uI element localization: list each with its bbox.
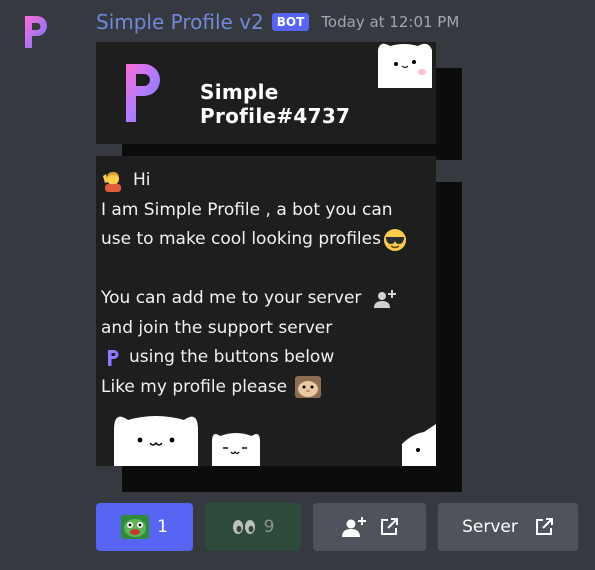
wave-emoji-icon: [101, 170, 123, 192]
bot-badge: BOT: [271, 13, 310, 31]
simple-profile-logo-icon: [25, 16, 47, 48]
simple-profile-logo-icon: [126, 64, 160, 122]
external-link-icon: [379, 517, 399, 537]
hamster-emoji-icon: [295, 376, 322, 399]
add-user-icon: [341, 516, 367, 538]
cat-icon: [212, 433, 260, 466]
eyes-count: 9: [263, 517, 275, 537]
body-line: using the buttons below: [129, 347, 335, 367]
body-line-with-emoji: Like my profile please: [101, 373, 431, 403]
cat-icon: [402, 424, 436, 466]
body-line-with-icon: You can add me to your server: [101, 284, 431, 314]
simple-profile-logo-icon: [107, 349, 121, 367]
sunglasses-emoji-icon: [383, 228, 407, 252]
body-line-with-emoji: use to make cool looking profiles: [101, 225, 431, 255]
eyes-button[interactable]: 9: [205, 503, 301, 551]
bot-avatar[interactable]: [16, 12, 56, 52]
cat-icon: [378, 43, 432, 88]
body-line: Like my profile please: [101, 376, 288, 397]
add-user-icon: [373, 289, 397, 309]
body-line: use to make cool looking profiles: [101, 229, 381, 249]
external-link-icon: [534, 517, 554, 537]
invite-bot-button[interactable]: [313, 503, 426, 551]
eyes-emoji-icon: [232, 518, 256, 536]
like-count: 1: [157, 517, 168, 537]
body-line-with-icon: using the buttons below: [101, 343, 431, 373]
title-card: Simple Profile#4737: [96, 42, 436, 144]
body-line: You can add me to your server: [101, 288, 362, 308]
body-line: I am Simple Profile , a bot you can: [101, 199, 393, 220]
message-header: Simple Profile v2 BOT Today at 12:01 PM: [96, 9, 459, 35]
action-row: 1 9 Server: [96, 503, 578, 551]
timestamp: Today at 12:01 PM: [321, 13, 460, 31]
server-button-label: Server: [462, 517, 518, 537]
username[interactable]: Simple Profile v2: [96, 10, 264, 34]
body-line: Hi: [133, 170, 151, 190]
profile-image[interactable]: Simple Profile#4737 Hi I am Simple Profi…: [96, 42, 462, 492]
body-text: Hi I am Simple Profile , a bot you can u…: [101, 166, 431, 402]
body-line-empty: [101, 255, 431, 285]
like-button[interactable]: 1: [96, 503, 193, 551]
cat-icon: [114, 416, 198, 466]
support-server-button[interactable]: Server: [438, 503, 578, 551]
line-hi: Hi: [101, 166, 431, 196]
body-line: and join the support server: [101, 317, 333, 338]
body-card: Hi I am Simple Profile , a bot you can u…: [96, 156, 436, 466]
pepe-emoji-icon: [121, 515, 150, 539]
